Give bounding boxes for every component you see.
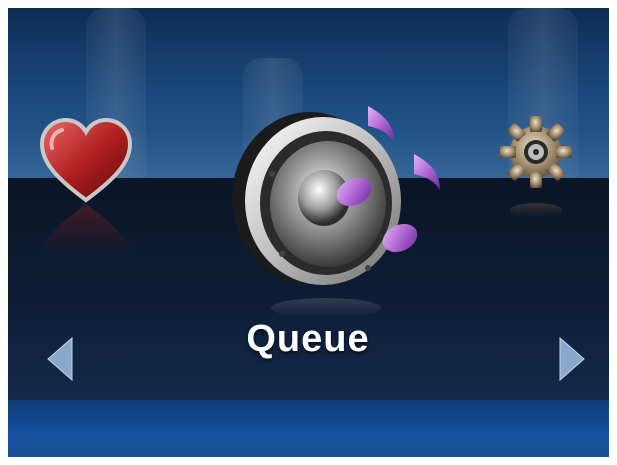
- device-screen: Queue: [8, 8, 609, 457]
- speaker-music-icon[interactable]: [218, 86, 448, 318]
- right-arrow-icon[interactable]: [558, 336, 588, 382]
- selected-item-label: Queue: [246, 318, 370, 360]
- left-arrow-icon[interactable]: [44, 336, 74, 382]
- heart-icon[interactable]: [36, 112, 136, 252]
- gear-icon[interactable]: [494, 112, 578, 222]
- bottom-band: [8, 400, 609, 457]
